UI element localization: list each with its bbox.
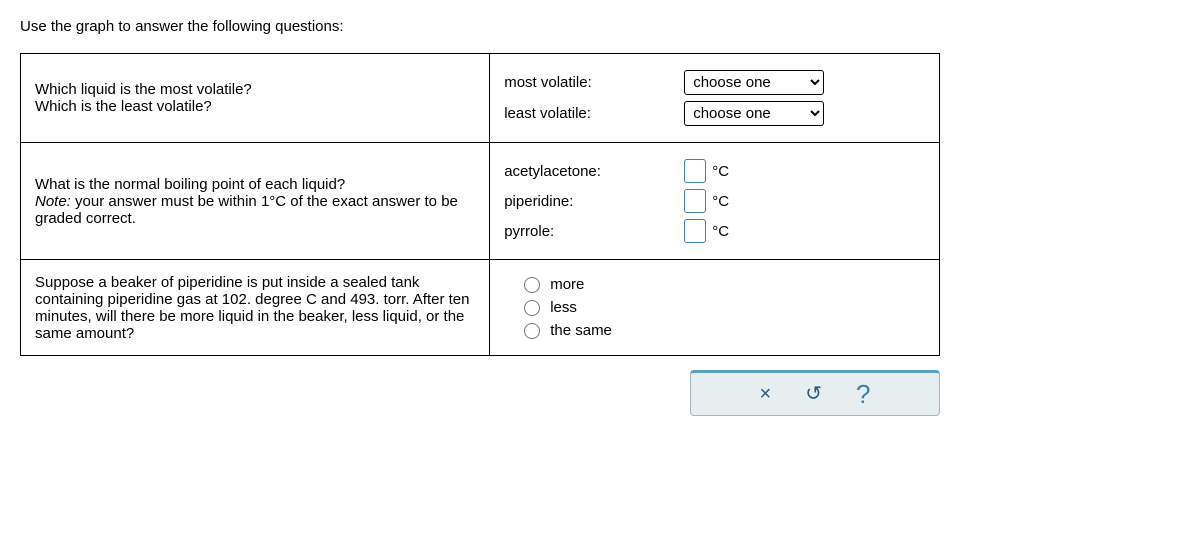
radio-more[interactable]: [524, 277, 540, 293]
q2-prompt-cell: What is the normal boiling point of each…: [21, 143, 490, 260]
q2-note-rest: your answer must be within 1°C of the ex…: [35, 193, 458, 227]
q2-label-1: acetylacetone:: [504, 163, 684, 180]
close-icon: ×: [760, 383, 772, 405]
close-button[interactable]: ×: [760, 384, 772, 404]
radio-less[interactable]: [524, 300, 540, 316]
q3-answer-cell: more less the same: [490, 260, 940, 356]
radio-row-less[interactable]: less: [524, 299, 925, 316]
page-instruction: Use the graph to answer the following qu…: [20, 18, 1180, 35]
q3-prompt: Suppose a beaker of piperidine is put in…: [35, 274, 475, 342]
q2-note: Note: your answer must be within 1°C of …: [35, 193, 475, 227]
q2-label-2: piperidine:: [504, 193, 684, 210]
acetylacetone-input[interactable]: [684, 159, 706, 183]
radio-label-less: less: [550, 299, 577, 316]
help-button[interactable]: ?: [856, 381, 870, 407]
q1-label-least: least volatile:: [504, 105, 684, 122]
q1-prompt-line2: Which is the least volatile?: [35, 98, 475, 115]
q1-answer-cell: most volatile: choose one least volatile…: [490, 54, 940, 143]
q1-prompt-cell: Which liquid is the most volatile? Which…: [21, 54, 490, 143]
q2-label-3: pyrrole:: [504, 223, 684, 240]
reset-icon: ↺: [805, 383, 822, 405]
q2-answer-cell: acetylacetone: °C piperidine: °C pyrrole…: [490, 143, 940, 260]
radio-row-more[interactable]: more: [524, 276, 925, 293]
reset-button[interactable]: ↺: [805, 384, 822, 404]
radio-label-more: more: [550, 276, 584, 293]
help-icon: ?: [856, 379, 870, 409]
piperidine-input[interactable]: [684, 189, 706, 213]
q1-label-most: most volatile:: [504, 74, 684, 91]
q3-prompt-cell: Suppose a beaker of piperidine is put in…: [21, 260, 490, 356]
question-table: Which liquid is the most volatile? Which…: [20, 53, 940, 356]
most-volatile-select[interactable]: choose one: [684, 70, 824, 95]
radio-row-same[interactable]: the same: [524, 322, 925, 339]
q1-prompt-line1: Which liquid is the most volatile?: [35, 81, 475, 98]
q2-note-prefix: Note:: [35, 193, 71, 210]
q2-prompt-line1: What is the normal boiling point of each…: [35, 176, 475, 193]
unit-2: °C: [712, 193, 729, 210]
unit-1: °C: [712, 163, 729, 180]
radio-label-same: the same: [550, 322, 612, 339]
action-toolbar: × ↺ ?: [690, 370, 940, 416]
unit-3: °C: [712, 223, 729, 240]
pyrrole-input[interactable]: [684, 219, 706, 243]
radio-same[interactable]: [524, 323, 540, 339]
least-volatile-select[interactable]: choose one: [684, 101, 824, 126]
